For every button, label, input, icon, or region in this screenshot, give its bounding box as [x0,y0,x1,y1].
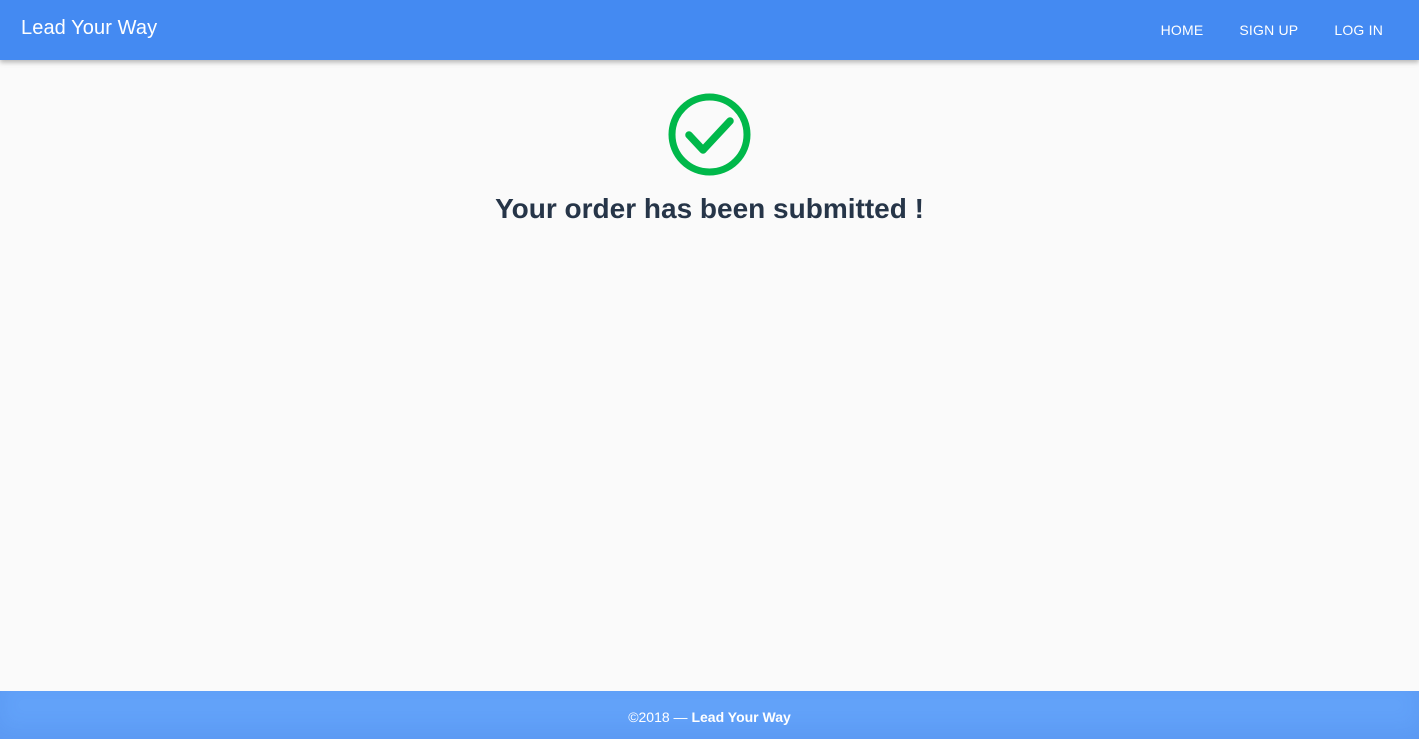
footer-brand: Lead Your Way [691,709,791,725]
nav-log-in-button[interactable]: LOG IN [1318,12,1399,48]
main-nav: HOME SIGN UP LOG IN [1141,0,1399,60]
brand-title[interactable]: Lead Your Way [21,15,157,41]
order-submitted-message: Your order has been submitted ! [495,193,924,224]
top-app-bar: Lead Your Way HOME SIGN UP LOG IN [0,0,1419,60]
nav-home-button[interactable]: HOME [1145,12,1220,48]
nav-sign-up-button[interactable]: SIGN UP [1223,12,1314,48]
footer-copyright: ©2018 — [628,709,688,725]
main-content: Your order has been submitted ! [0,60,1419,691]
check-circle-icon [668,93,751,176]
footer: ©2018 — Lead Your Way [0,691,1419,739]
app-root: Lead Your Way HOME SIGN UP LOG IN Your o… [0,0,1419,739]
